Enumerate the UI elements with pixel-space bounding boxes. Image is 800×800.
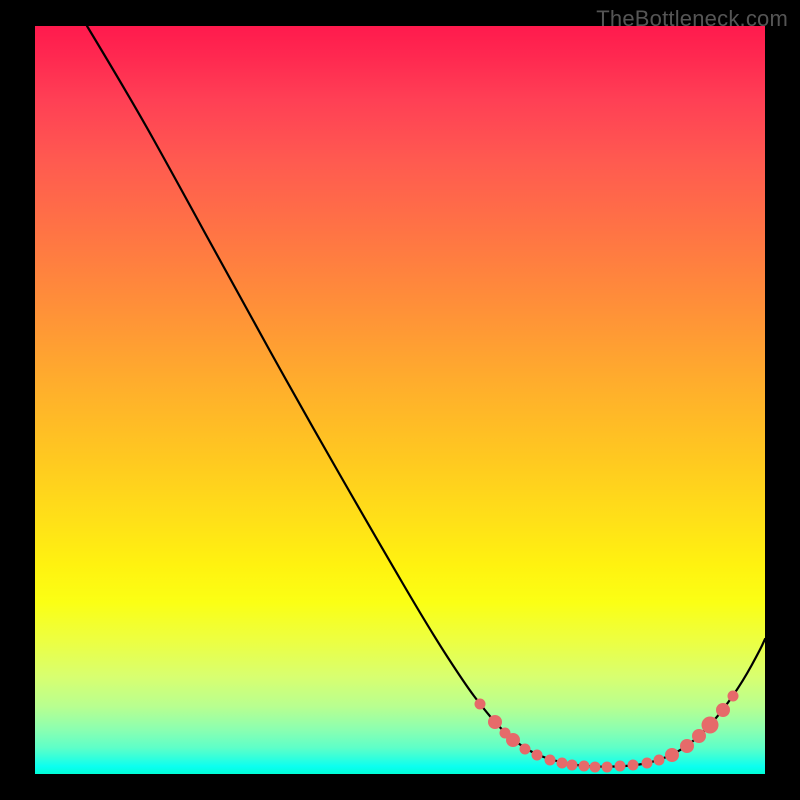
data-marker xyxy=(567,760,578,771)
data-marker xyxy=(506,733,520,747)
chart-plot-area xyxy=(35,26,765,774)
data-marker xyxy=(692,729,706,743)
data-marker xyxy=(532,750,543,761)
data-marker xyxy=(557,758,568,769)
data-marker xyxy=(680,739,694,753)
data-marker xyxy=(628,760,639,771)
watermark-text: TheBottleneck.com xyxy=(596,6,788,32)
data-marker xyxy=(615,761,626,772)
data-marker xyxy=(602,762,613,773)
data-marker xyxy=(702,717,719,734)
data-marker xyxy=(579,761,590,772)
marker-group xyxy=(475,691,739,773)
data-marker xyxy=(665,748,679,762)
chart-svg xyxy=(35,26,765,774)
data-marker xyxy=(590,762,601,773)
data-marker xyxy=(520,744,531,755)
data-marker xyxy=(654,755,665,766)
bottleneck-curve xyxy=(87,26,765,767)
data-marker xyxy=(728,691,739,702)
data-marker xyxy=(488,715,502,729)
data-marker xyxy=(545,755,556,766)
data-marker xyxy=(475,699,486,710)
data-marker xyxy=(642,758,653,769)
data-marker xyxy=(716,703,730,717)
